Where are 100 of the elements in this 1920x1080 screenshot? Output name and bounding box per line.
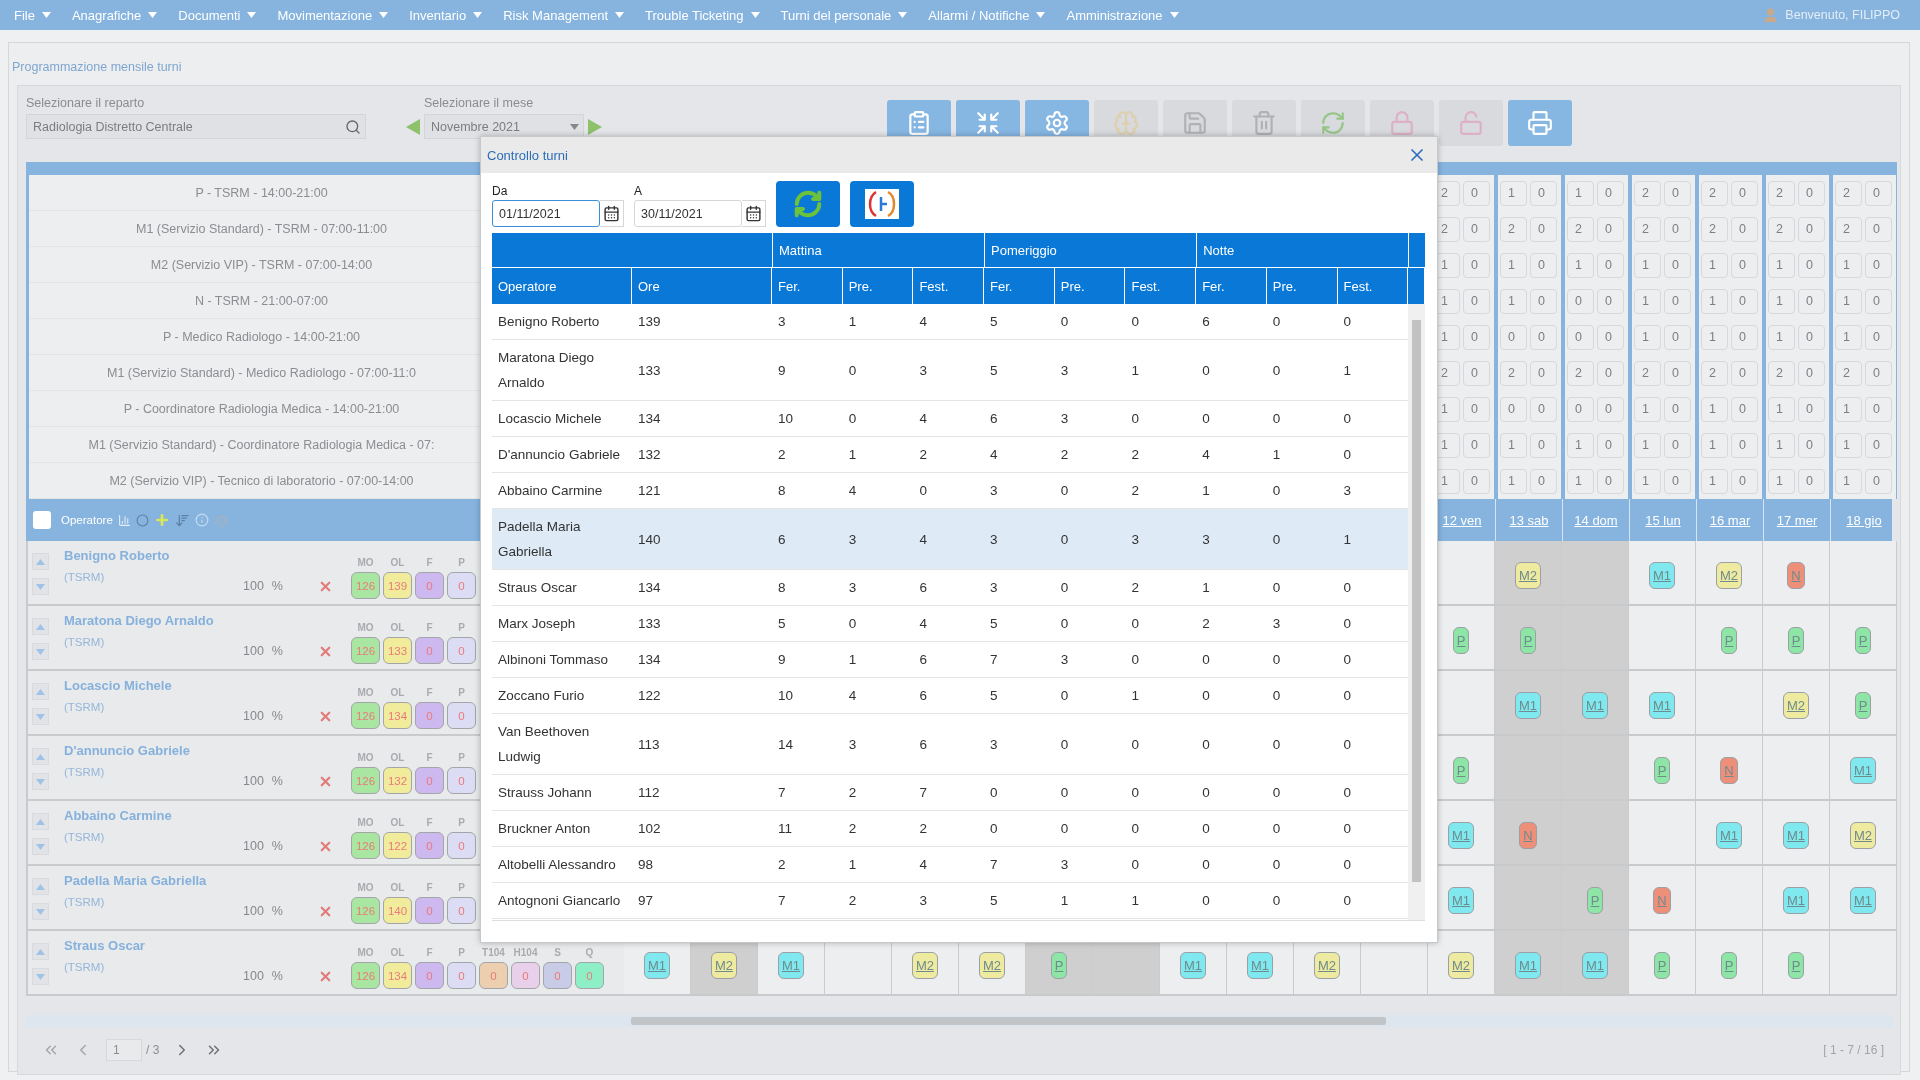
day-link[interactable]: 17 mer — [1776, 512, 1818, 528]
department-field[interactable]: Radiologia Distretto Centrale — [26, 114, 366, 139]
schedule-cell[interactable]: P — [1696, 606, 1763, 671]
schedule-cell[interactable]: M1 — [1495, 931, 1562, 996]
chart-icon[interactable] — [117, 513, 131, 527]
move-up-button[interactable] — [32, 618, 49, 635]
schedule-cell[interactable]: M1 — [1830, 736, 1897, 801]
toolbar-button[interactable] — [1508, 100, 1572, 146]
schedule-cell[interactable]: M2 — [1763, 671, 1830, 736]
move-down-button[interactable] — [32, 773, 49, 790]
schedule-cell[interactable]: P — [1629, 931, 1696, 996]
schedule-cell[interactable] — [1562, 606, 1629, 671]
shift-chip[interactable]: M1 — [1246, 952, 1274, 979]
shift-chip[interactable]: N — [1787, 562, 1805, 589]
schedule-cell[interactable]: M2 — [1696, 541, 1763, 606]
menu-item[interactable]: Turni del personale — [780, 0, 908, 30]
vertical-scrollbar[interactable] — [1408, 304, 1425, 920]
shift-chip[interactable]: P — [1854, 627, 1872, 654]
move-up-button[interactable] — [32, 748, 49, 765]
shift-chip[interactable]: M2 — [1849, 822, 1877, 849]
operator-name[interactable]: Padella Maria Gabriella — [64, 873, 243, 888]
shift-chip[interactable]: M1 — [1648, 692, 1676, 719]
schedule-cell[interactable]: P — [1830, 671, 1897, 736]
shift-chip[interactable]: M1 — [1447, 822, 1475, 849]
shift-chip[interactable]: N — [1720, 757, 1738, 784]
schedule-cell[interactable]: N — [1629, 866, 1696, 931]
menu-item[interactable]: Movimentazione — [277, 0, 389, 30]
schedule-cell[interactable] — [1830, 541, 1897, 606]
date-field[interactable]: 01/11/2021 — [492, 200, 600, 227]
shift-chip[interactable]: P — [1787, 952, 1805, 979]
shift-chip[interactable]: P — [1653, 952, 1671, 979]
move-down-button[interactable] — [32, 643, 49, 660]
move-up-button[interactable] — [32, 683, 49, 700]
checkbox[interactable] — [33, 511, 51, 529]
schedule-cell[interactable]: M2 — [1495, 541, 1562, 606]
shift-chip[interactable]: M1 — [1715, 822, 1743, 849]
schedule-cell[interactable]: M2 — [1428, 931, 1495, 996]
move-up-button[interactable] — [32, 553, 49, 570]
schedule-cell[interactable]: M1 — [1763, 801, 1830, 866]
shift-chip[interactable]: M2 — [1447, 952, 1475, 979]
info-icon[interactable] — [194, 513, 209, 527]
shift-chip[interactable]: M1 — [1648, 562, 1676, 589]
schedule-cell[interactable]: N — [1763, 541, 1830, 606]
schedule-cell[interactable]: P — [1696, 931, 1763, 996]
schedule-cell[interactable] — [1629, 801, 1696, 866]
operator-name[interactable]: Abbaino Carmine — [64, 808, 243, 823]
move-down-button[interactable] — [32, 838, 49, 855]
shift-chip[interactable]: M1 — [1514, 692, 1542, 719]
schedule-cell[interactable] — [1562, 801, 1629, 866]
move-up-button[interactable] — [32, 813, 49, 830]
shift-chip[interactable]: P — [1720, 627, 1738, 654]
month-select[interactable]: Novembre 2021 — [424, 114, 584, 139]
menu-item[interactable]: Amministrazione — [1066, 0, 1179, 30]
schedule-cell[interactable]: M1 — [1696, 801, 1763, 866]
schedule-cell[interactable] — [1830, 931, 1897, 996]
report-button[interactable] — [850, 181, 914, 227]
schedule-cell[interactable]: M1 — [1562, 671, 1629, 736]
shift-chip[interactable]: M1 — [1581, 952, 1609, 979]
shift-chip[interactable]: P — [1854, 692, 1872, 719]
schedule-cell[interactable] — [1562, 736, 1629, 801]
schedule-cell[interactable] — [1495, 736, 1562, 801]
schedule-cell[interactable] — [1629, 606, 1696, 671]
move-down-button[interactable] — [32, 968, 49, 985]
plus-icon[interactable] — [153, 512, 170, 528]
schedule-cell[interactable]: P — [1562, 866, 1629, 931]
calendar-button[interactable] — [600, 200, 624, 227]
shift-chip[interactable]: M1 — [1849, 887, 1877, 914]
schedule-cell[interactable]: P — [1763, 931, 1830, 996]
move-down-button[interactable] — [32, 708, 49, 725]
shift-chip[interactable]: M1 — [1849, 757, 1877, 784]
move-up-button[interactable] — [32, 878, 49, 895]
menu-item[interactable]: Anagrafiche — [71, 0, 158, 30]
menu-item[interactable]: Inventario — [409, 0, 483, 30]
schedule-cell[interactable]: M2 — [1830, 801, 1897, 866]
schedule-cell[interactable] — [1495, 866, 1562, 931]
day-link[interactable]: 14 dom — [1574, 512, 1618, 528]
shift-chip[interactable]: P — [1452, 627, 1470, 654]
schedule-cell[interactable]: M1 — [1562, 931, 1629, 996]
day-link[interactable]: 15 lun — [1645, 512, 1681, 528]
shift-chip[interactable]: M1 — [643, 952, 671, 979]
schedule-cell[interactable]: M1 — [1495, 671, 1562, 736]
schedule-cell[interactable]: P — [1495, 606, 1562, 671]
menu-item[interactable]: Documenti — [178, 0, 257, 30]
shift-chip[interactable]: M2 — [978, 952, 1006, 979]
schedule-cell[interactable]: P — [1763, 606, 1830, 671]
menu-item[interactable]: Allarmi / Notifiche — [928, 0, 1046, 30]
horizontal-scrollbar[interactable] — [26, 1015, 1893, 1027]
operator-name[interactable]: Benigno Roberto — [64, 548, 243, 563]
schedule-cell[interactable] — [1562, 541, 1629, 606]
operator-name[interactable]: D'annuncio Gabriele — [64, 743, 243, 758]
operator-name[interactable]: Maratona Diego Arnaldo — [64, 613, 243, 628]
shift-chip[interactable]: M1 — [777, 952, 805, 979]
shift-chip[interactable]: M2 — [1313, 952, 1341, 979]
schedule-cell[interactable]: M1 — [1763, 866, 1830, 931]
calendar-button[interactable] — [742, 200, 766, 227]
menu-item[interactable]: Trouble Ticketing — [645, 0, 760, 30]
move-down-button[interactable] — [32, 578, 49, 595]
move-down-button[interactable] — [32, 903, 49, 920]
shift-chip[interactable]: P — [1653, 757, 1671, 784]
date-field[interactable]: 30/11/2021 — [634, 200, 742, 227]
